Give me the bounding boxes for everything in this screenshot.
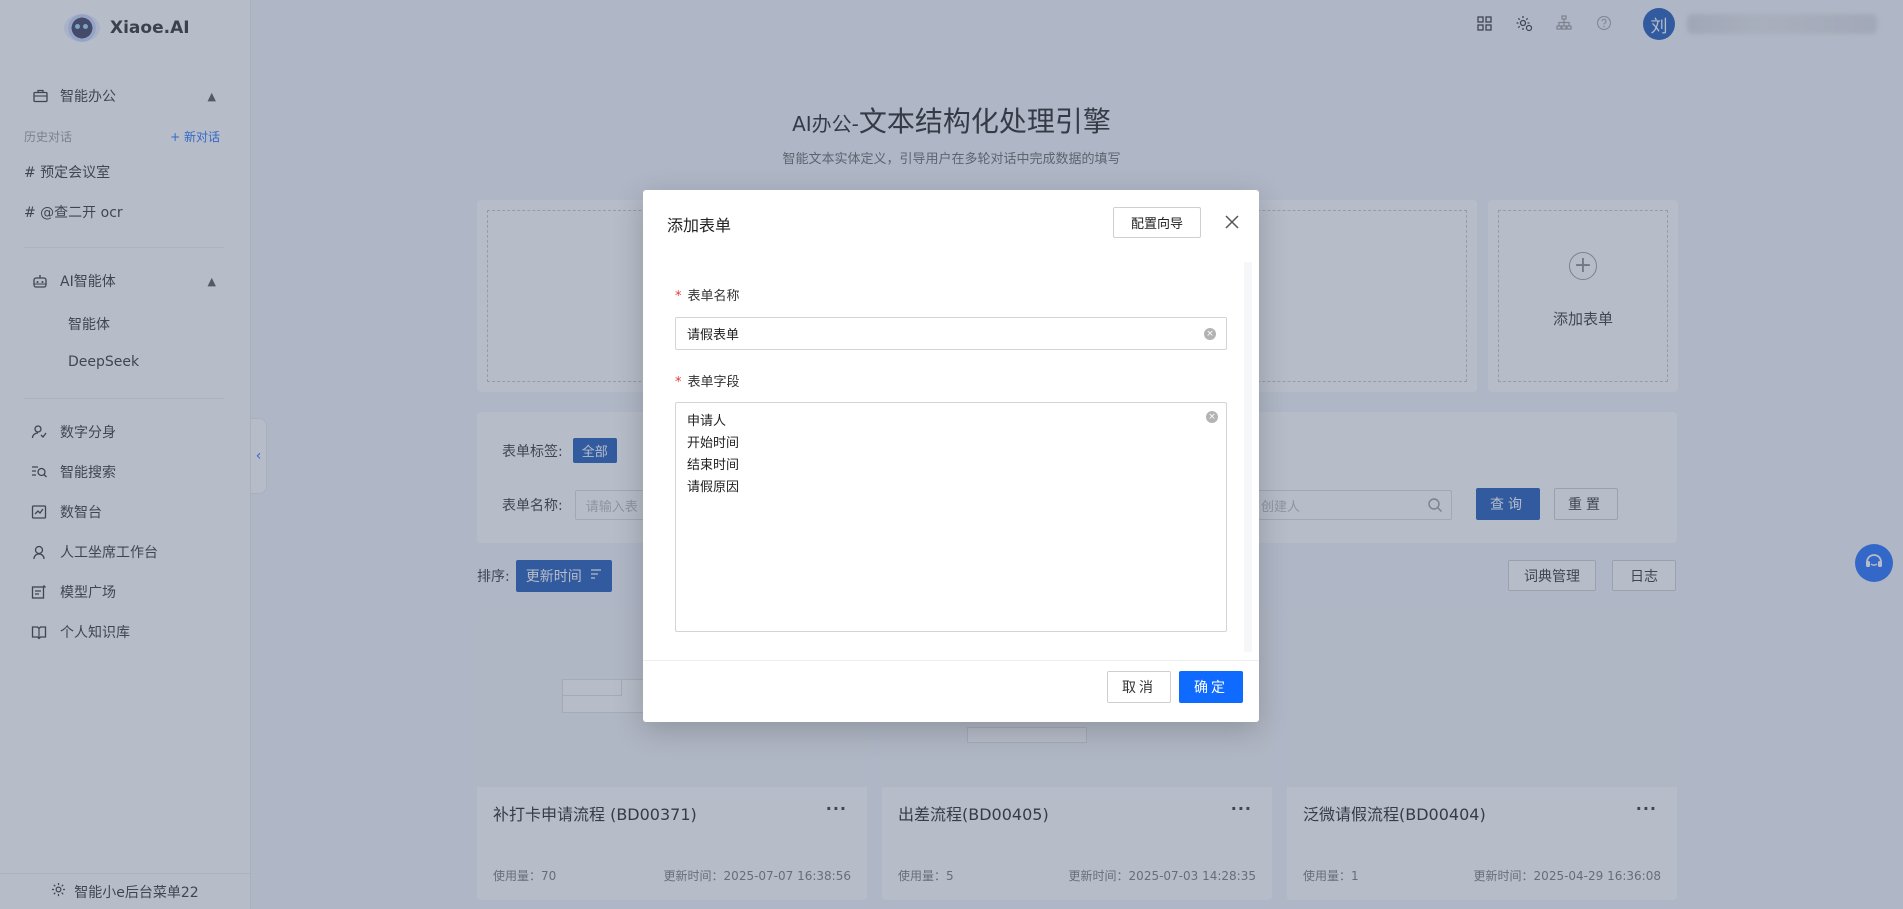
form-name-label: * 表单名称 — [675, 285, 740, 304]
confirm-button[interactable]: 确定 — [1179, 671, 1243, 703]
form-name-value: 请假表单 — [687, 328, 740, 343]
form-field-line: 请假原因 — [687, 480, 740, 495]
dialog-title: 添加表单 — [667, 216, 732, 235]
form-fields-label: * 表单字段 — [675, 371, 740, 390]
required-mark: * — [675, 375, 682, 390]
clear-icon[interactable]: × — [1206, 411, 1218, 423]
dialog-footer: 取消 确定 — [643, 660, 1259, 722]
form-field-line: 结束时间 — [687, 458, 740, 473]
form-field-line: 申请人 — [687, 414, 727, 429]
config-guide-button[interactable]: 配置向导 — [1113, 207, 1201, 238]
dialog-header: 添加表单 配置向导 — [643, 190, 1259, 254]
form-field-line: 开始时间 — [687, 436, 740, 451]
cancel-button[interactable]: 取消 — [1107, 671, 1171, 703]
form-name-input[interactable]: 请假表单 × — [675, 317, 1227, 350]
form-fields-textarea[interactable]: 申请人 开始时间 结束时间 请假原因 × — [675, 402, 1227, 632]
form-name-label-text: 表单名称 — [687, 289, 740, 304]
add-form-dialog: 添加表单 配置向导 * 表单名称 请假表单 × * 表单字段 申请人 开始时间 结束… — [643, 190, 1259, 722]
dialog-body: * 表单名称 请假表单 × * 表单字段 申请人 开始时间 结束时间 请假原因 × — [650, 262, 1252, 652]
form-fields-label-text: 表单字段 — [687, 375, 740, 390]
dialog-form: * 表单名称 请假表单 × * 表单字段 申请人 开始时间 结束时间 请假原因 × — [650, 262, 1244, 652]
clear-icon[interactable]: × — [1204, 328, 1216, 340]
required-mark: * — [675, 289, 682, 304]
close-icon[interactable] — [1221, 211, 1243, 233]
